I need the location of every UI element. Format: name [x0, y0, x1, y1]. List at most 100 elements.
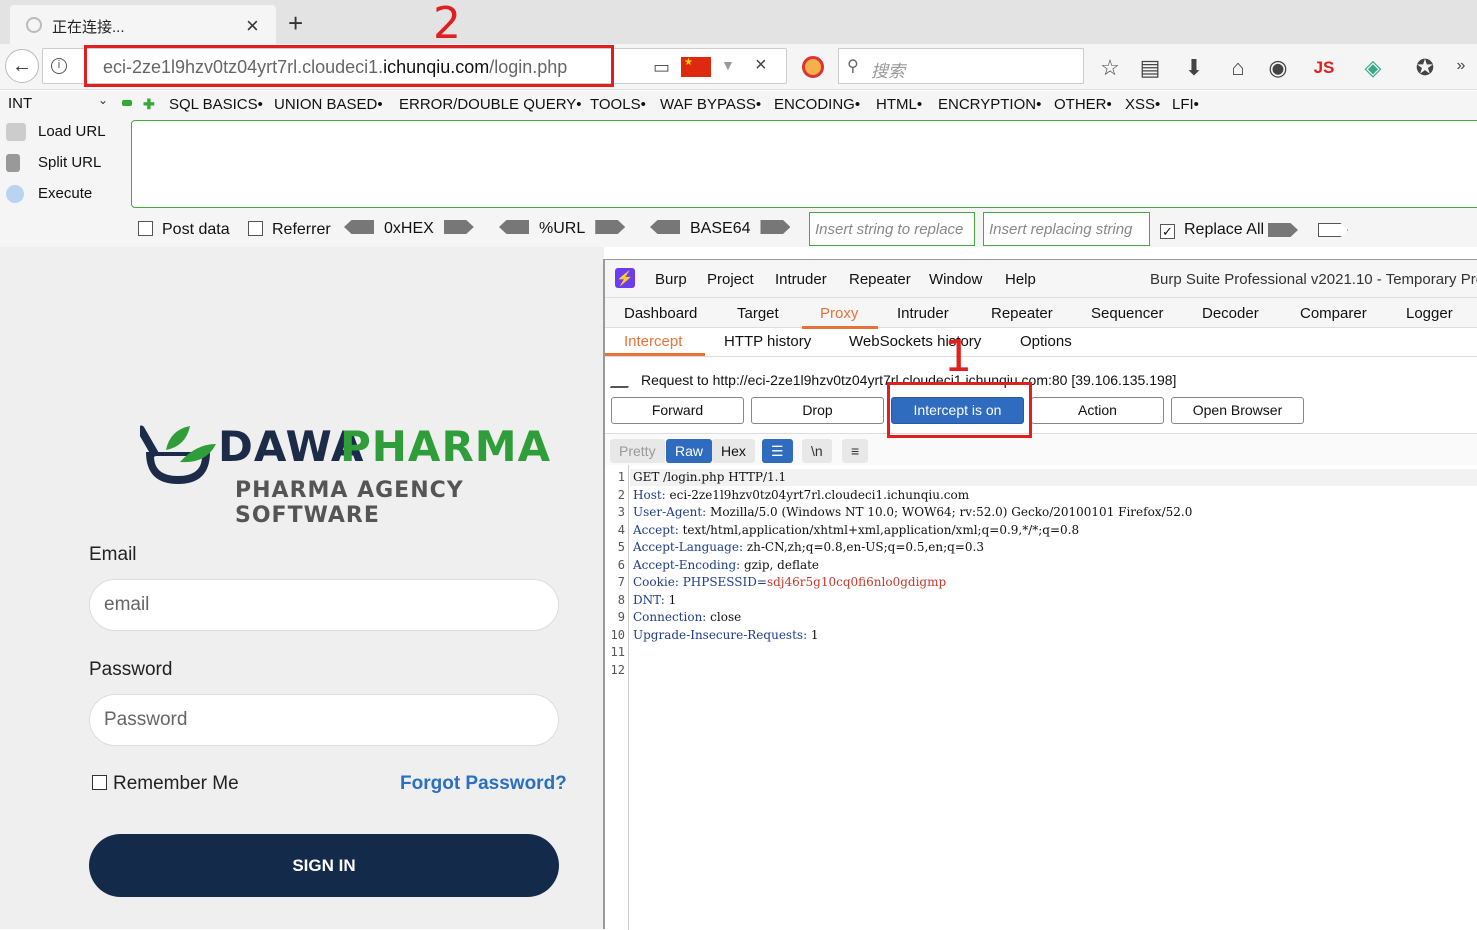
menu-html[interactable]: HTML•: [876, 96, 922, 113]
palette-icon[interactable]: ✪: [1412, 55, 1438, 81]
js-toggle-icon[interactable]: JS: [1311, 58, 1337, 78]
checkbox-box[interactable]: [248, 221, 263, 236]
menu-tools[interactable]: TOOLS•: [590, 96, 646, 113]
menu-lines-icon[interactable]: ≡: [842, 439, 869, 463]
home-icon[interactable]: ⌂: [1225, 55, 1251, 81]
request-editor[interactable]: 1 2 3 4 5 6 7 8 9 10 11 12 GET /login.php HTTP/1.1 H…: [605, 465, 1477, 930]
stop-icon[interactable]: ×: [755, 54, 767, 77]
noscript-icon[interactable]: [802, 56, 824, 78]
tab-intercept[interactable]: Intercept: [624, 333, 682, 350]
pretty-tab[interactable]: Pretty: [610, 439, 665, 463]
menu-help[interactable]: Help: [1005, 271, 1036, 288]
email-field[interactable]: email: [89, 579, 559, 631]
tab-sequencer[interactable]: Sequencer: [1091, 305, 1164, 322]
replace-arrow-outline-icon[interactable]: [1318, 223, 1348, 237]
tab-options[interactable]: Options: [1020, 333, 1072, 350]
header-value: eci-2ze1l9hzv0tz04yrt7rl.cloudeci1.ichun…: [665, 487, 970, 502]
tab-dashboard[interactable]: Dashboard: [624, 305, 697, 322]
tab-proxy[interactable]: Proxy: [820, 305, 858, 322]
code-line: GET /login.php HTTP/1.1: [633, 470, 786, 484]
header-name: Cookie:: [633, 575, 679, 589]
reader-view-icon[interactable]: ▭: [653, 57, 670, 78]
decode-right-arrow-icon[interactable]: [760, 220, 791, 234]
globe-icon[interactable]: ◉: [1265, 55, 1291, 81]
decode-right-arrow-icon[interactable]: [443, 220, 474, 234]
newline-toggle-icon[interactable]: \n: [802, 439, 832, 463]
hackbar-mode-select[interactable]: INT: [8, 95, 32, 112]
wrap-lines-icon[interactable]: ☰: [762, 439, 793, 463]
forgot-password-link[interactable]: Forgot Password?: [400, 773, 567, 795]
menu-other[interactable]: OTHER•: [1054, 96, 1112, 113]
drop-button[interactable]: Drop: [751, 397, 884, 424]
load-url-button[interactable]: Load URL: [6, 123, 106, 142]
action-button[interactable]: Action: [1031, 397, 1164, 424]
close-tab-icon[interactable]: ×: [246, 13, 259, 39]
download-icon[interactable]: ⬇: [1181, 55, 1207, 81]
menu-error-double-query[interactable]: ERROR/DOUBLE QUERY•: [399, 96, 582, 113]
menu-intruder[interactable]: Intruder: [775, 271, 827, 288]
replace-string-input[interactable]: Insert string to replace: [809, 212, 975, 246]
replacing-string-input[interactable]: Insert replacing string: [983, 212, 1150, 246]
overflow-menu-icon[interactable]: »: [1448, 57, 1474, 75]
execute-button[interactable]: Execute: [6, 185, 93, 204]
reading-list-icon[interactable]: ▤: [1137, 55, 1163, 81]
dropdown-icon[interactable]: ▼: [721, 57, 735, 73]
active-subtab-indicator: [605, 353, 705, 356]
split-url-button[interactable]: Split URL: [6, 154, 102, 173]
extension-icon[interactable]: ◈: [1360, 55, 1386, 81]
menu-repeater[interactable]: Repeater: [849, 271, 911, 288]
post-data-checkbox[interactable]: Post data: [138, 221, 230, 239]
menu-encryption[interactable]: ENCRYPTION•: [938, 96, 1041, 113]
bookmark-star-icon[interactable]: ☆: [1097, 55, 1123, 81]
pencil-icon[interactable]: [609, 370, 639, 388]
encode-left-arrow-icon[interactable]: [650, 220, 680, 234]
replace-all-checkbox[interactable]: ✓ Replace All: [1160, 221, 1264, 239]
menu-window[interactable]: Window: [929, 271, 982, 288]
info-icon[interactable]: i: [51, 58, 67, 74]
proxy-subtabs: Intercept HTTP history WebSockets histor…: [605, 329, 1477, 357]
referrer-checkbox[interactable]: Referrer: [248, 221, 331, 239]
header-name: Accept-Encoding:: [633, 557, 741, 572]
tab-logger[interactable]: Logger: [1406, 305, 1453, 322]
browser-tab[interactable]: 正在连接... ×: [10, 5, 276, 44]
split-url-label: Split URL: [38, 154, 102, 171]
remember-me-checkbox[interactable]: [92, 775, 107, 790]
tab-intruder[interactable]: Intruder: [897, 305, 949, 322]
tab-decoder[interactable]: Decoder: [1202, 305, 1259, 322]
encode-left-arrow-icon[interactable]: [344, 220, 374, 234]
menu-burp[interactable]: Burp: [655, 271, 687, 288]
forward-button[interactable]: Forward: [611, 397, 744, 424]
minus-icon[interactable]: [122, 100, 132, 106]
line-number-gutter: 1 2 3 4 5 6 7 8 9 10 11 12: [605, 465, 629, 930]
tab-target[interactable]: Target: [737, 305, 779, 322]
checkbox-checked-icon[interactable]: ✓: [1160, 224, 1175, 239]
menu-project[interactable]: Project: [707, 271, 754, 288]
menu-encoding[interactable]: ENCODING•: [774, 96, 860, 113]
hex-tab[interactable]: Hex: [712, 439, 755, 463]
open-browser-button[interactable]: Open Browser: [1171, 397, 1304, 424]
tab-repeater[interactable]: Repeater: [991, 305, 1053, 322]
tab-comparer[interactable]: Comparer: [1300, 305, 1367, 322]
menu-xss[interactable]: XSS•: [1125, 96, 1160, 113]
sign-in-button[interactable]: SIGN IN: [89, 834, 559, 897]
chevron-down-icon[interactable]: ⌄: [98, 93, 108, 107]
new-tab-icon[interactable]: +: [288, 8, 303, 39]
encode-left-arrow-icon[interactable]: [499, 220, 529, 234]
replace-arrow-icon[interactable]: [1268, 223, 1298, 237]
menu-waf-bypass[interactable]: WAF BYPASS•: [660, 96, 761, 113]
back-button[interactable]: ←: [5, 49, 39, 83]
search-bar[interactable]: ⚲ 搜索: [838, 48, 1084, 84]
password-field[interactable]: Password: [89, 694, 559, 746]
hackbar-url-textarea[interactable]: [131, 120, 1477, 208]
raw-tab[interactable]: Raw: [666, 439, 713, 463]
china-flag-icon[interactable]: [681, 57, 711, 77]
menu-sql-basics[interactable]: SQL BASICS•: [169, 96, 263, 113]
code-line: Connection: close: [633, 610, 741, 624]
menu-lfi[interactable]: LFI•: [1172, 96, 1199, 113]
checkbox-box[interactable]: [138, 221, 153, 236]
execute-label: Execute: [38, 185, 93, 202]
plus-icon[interactable]: ✚: [143, 96, 155, 113]
decode-right-arrow-icon[interactable]: [595, 220, 626, 234]
tab-http-history[interactable]: HTTP history: [724, 333, 811, 350]
menu-union-based[interactable]: UNION BASED•: [274, 96, 383, 113]
